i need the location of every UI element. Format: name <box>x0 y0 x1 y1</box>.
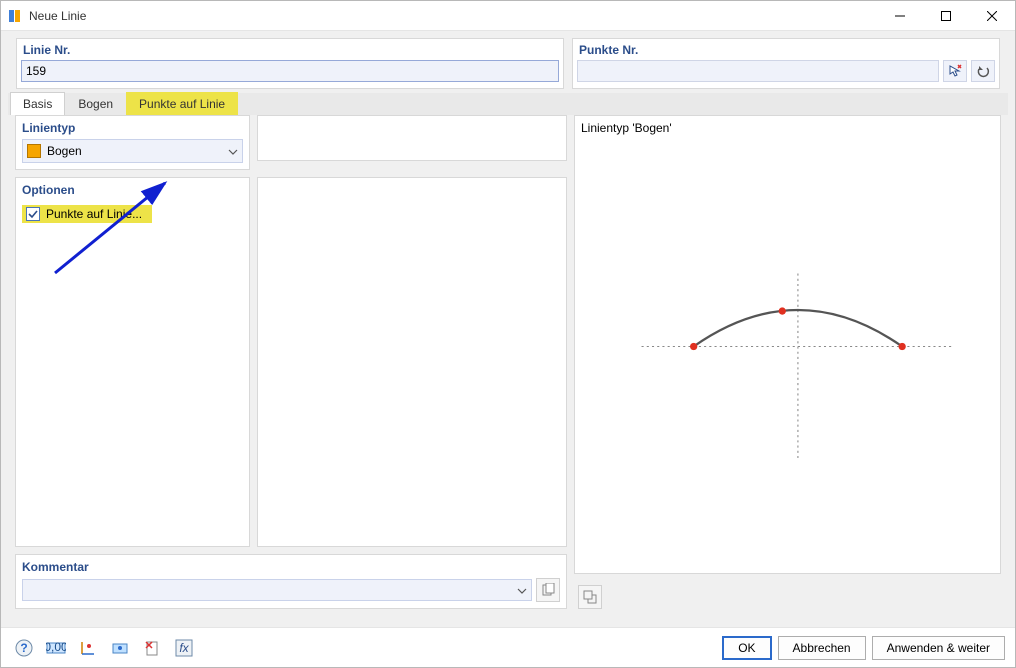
tab-punkte-auf-linie[interactable]: Punkte auf Linie <box>126 92 238 115</box>
optionen-frame: Optionen Punkte auf Linie... <box>15 177 250 547</box>
preview-frame: Linientyp 'Bogen' <box>574 115 1001 574</box>
cancel-label: Abbrechen <box>793 641 851 655</box>
help-button[interactable]: ? <box>11 635 37 661</box>
placeholder-frame-main <box>257 177 567 547</box>
units-button[interactable]: 0,00 <box>43 635 69 661</box>
linie-nr-panel: Linie Nr. <box>16 38 564 89</box>
window: Neue Linie Linie Nr. Punkte Nr. <box>0 0 1016 668</box>
punkte-nr-input[interactable] <box>577 60 939 82</box>
svg-text:fx: fx <box>179 641 189 655</box>
apply-button[interactable]: Anwenden & weiter <box>872 636 1005 660</box>
revert-button[interactable] <box>971 60 995 82</box>
view-button[interactable] <box>107 635 133 661</box>
minimize-button[interactable] <box>877 1 923 31</box>
fx-button[interactable]: fx <box>171 635 197 661</box>
top-row: Linie Nr. Punkte Nr. <box>1 31 1015 89</box>
linientyp-color-chip <box>27 144 41 158</box>
cancel-button[interactable]: Abbrechen <box>778 636 866 660</box>
window-controls <box>877 1 1015 31</box>
titlebar: Neue Linie <box>1 1 1015 31</box>
kommentar-heading: Kommentar <box>16 555 566 578</box>
right-column: Linientyp 'Bogen' <box>574 115 1001 613</box>
linientyp-heading: Linientyp <box>16 116 249 139</box>
kommentar-edit-button[interactable] <box>536 578 560 602</box>
punkte-auf-linie-label: Punkte auf Linie... <box>46 207 142 221</box>
apply-label: Anwenden & weiter <box>887 641 990 655</box>
preview-canvas <box>579 138 996 586</box>
linientyp-frame: Linientyp Bogen <box>15 115 250 170</box>
linientyp-select[interactable]: Bogen <box>22 139 243 163</box>
ok-label: OK <box>738 641 755 655</box>
svg-text:0,00: 0,00 <box>46 640 66 654</box>
preview-tool-button[interactable] <box>578 585 602 609</box>
ok-button[interactable]: OK <box>722 636 771 660</box>
linie-nr-input[interactable] <box>21 60 559 82</box>
kommentar-input[interactable] <box>22 579 532 601</box>
window-title: Neue Linie <box>29 9 877 23</box>
linie-nr-heading: Linie Nr. <box>21 41 559 60</box>
left-column: Linientyp Bogen Optionen <box>15 115 567 613</box>
close-button[interactable] <box>969 1 1015 31</box>
footer: ? 0,00 fx OK Abbrechen Anwenden & weiter <box>1 627 1015 667</box>
tabstrip: Basis Bogen Punkte auf Linie <box>1 89 1015 115</box>
chevron-down-icon <box>517 583 527 597</box>
tab-basis[interactable]: Basis <box>10 92 65 115</box>
punkte-nr-panel: Punkte Nr. <box>572 38 1000 89</box>
kommentar-frame: Kommentar <box>15 554 567 609</box>
coord-button[interactable] <box>75 635 101 661</box>
delete-button[interactable] <box>139 635 165 661</box>
linientyp-value: Bogen <box>47 144 228 158</box>
pick-points-button[interactable] <box>943 60 967 82</box>
svg-text:?: ? <box>20 641 27 655</box>
punkte-nr-heading: Punkte Nr. <box>577 41 995 60</box>
preview-heading: Linientyp 'Bogen' <box>575 116 1000 140</box>
checkbox-icon <box>26 207 40 221</box>
maximize-button[interactable] <box>923 1 969 31</box>
main-content: Linientyp Bogen Optionen <box>1 115 1015 627</box>
chevron-down-icon <box>228 144 238 158</box>
tab-bogen[interactable]: Bogen <box>65 92 126 115</box>
app-icon <box>7 8 23 24</box>
optionen-heading: Optionen <box>16 178 249 201</box>
placeholder-frame-top <box>257 115 567 161</box>
punkte-auf-linie-option[interactable]: Punkte auf Linie... <box>22 205 152 223</box>
